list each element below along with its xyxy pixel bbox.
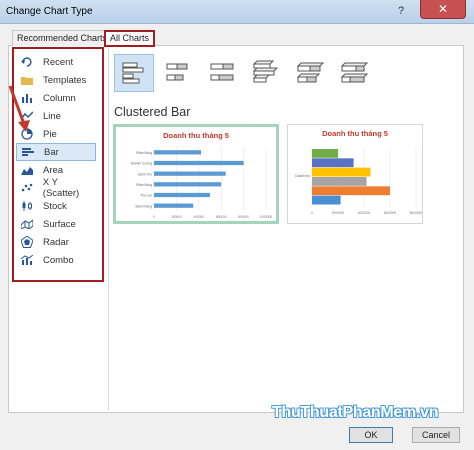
sidebar-item-label: Stock: [43, 200, 67, 212]
category-label: Vitamin Cường: [130, 162, 152, 166]
category-label: Doanh thu: [295, 174, 310, 178]
sidebar-item-combo[interactable]: Combo: [16, 251, 96, 269]
sidebar-item-radar[interactable]: Radar: [16, 233, 96, 251]
sidebar-item-label: Bar: [44, 146, 59, 158]
recent-icon: [20, 56, 34, 68]
radar-chart-icon: [20, 236, 34, 248]
sidebar-item-label: Radar: [43, 236, 69, 248]
sidebar-item-label: Pie: [43, 128, 57, 140]
cancel-button[interactable]: Cancel: [412, 427, 460, 443]
subtype-3d-stacked-bar[interactable]: [290, 54, 330, 92]
bar: [312, 177, 367, 186]
sidebar-item-bar[interactable]: Bar: [16, 143, 96, 161]
annotation-arrow-icon: [8, 85, 30, 132]
bar: [312, 167, 371, 177]
x-tick-label: 2000000: [332, 211, 345, 215]
category-label: Phân Bông: [136, 151, 152, 155]
subtype-stacked-bar[interactable]: [158, 54, 198, 92]
category-label: Phân Bông: [136, 183, 152, 187]
x-tick-label: 6000000: [384, 211, 397, 215]
x-tick-label: 1000000: [260, 215, 273, 219]
bar: [312, 186, 390, 196]
bar: [154, 182, 222, 187]
x-tick-label: 600000: [216, 215, 227, 219]
stacked-bar-icon: [166, 63, 188, 81]
bar: [154, 160, 244, 166]
sidebar-item-label: X Y (Scatter): [42, 177, 80, 199]
bar-chart-icon: [21, 146, 35, 158]
preview-2-chart: 0 2000000 4000000 6000000 8000000 Doanh thu: [295, 147, 422, 215]
bar: [154, 192, 210, 198]
sidebar-item-label: Surface: [43, 218, 76, 230]
bar: [154, 203, 194, 208]
chart-preview-1[interactable]: Doanh thu tháng 5 0 200000 400000 600000 800…: [113, 124, 279, 224]
bar: [154, 171, 226, 176]
watermark-logo: ThuThuatPhanMem.vn: [272, 404, 438, 422]
sidebar-item-surface[interactable]: Surface: [16, 215, 96, 233]
3d-stacked-bar-icon: [296, 62, 324, 83]
x-tick-label: 200000: [171, 215, 182, 219]
ok-button[interactable]: OK: [349, 427, 393, 443]
category-label: Thu Lan: [140, 194, 152, 198]
tab-all-charts[interactable]: All Charts: [104, 30, 156, 47]
sidebar-item-stock[interactable]: Stock: [16, 197, 96, 215]
subtype-3d-100-stacked-bar[interactable]: [334, 54, 374, 92]
sidebar-divider: [108, 48, 109, 410]
x-tick-label: 0: [153, 215, 155, 219]
surface-chart-icon: [20, 218, 34, 230]
chart-preview-2[interactable]: Doanh thu tháng 5 0 2000000 4000000 6000000…: [287, 124, 423, 224]
bar: [312, 195, 341, 205]
chart-subtype-heading: Clustered Bar: [114, 105, 191, 119]
subtype-100-stacked-bar[interactable]: [202, 54, 242, 92]
x-tick-label: 4000000: [358, 211, 371, 215]
100-stacked-bar-icon: [210, 63, 234, 81]
window-title: Change Chart Type: [6, 6, 93, 17]
scatter-chart-icon: [20, 182, 34, 194]
sidebar-item-scatter[interactable]: X Y (Scatter): [16, 177, 96, 199]
sidebar-item-label: Line: [43, 110, 61, 122]
area-chart-icon: [20, 164, 34, 176]
preview-1-chart: 0 200000 400000 600000 800000 1000000 Phân Bôn…: [130, 147, 273, 219]
watermark-suffix: .vn: [415, 404, 439, 421]
clustered-bar-icon: [122, 62, 144, 84]
x-tick-label: 0: [311, 211, 313, 215]
sidebar-item-recent[interactable]: Recent: [16, 53, 96, 71]
stock-chart-icon: [20, 200, 34, 212]
category-label: Danh Thu: [138, 172, 152, 176]
close-button[interactable]: ✕: [420, 0, 466, 19]
title-bar: Change Chart Type ? ✕: [0, 0, 474, 24]
help-button[interactable]: ?: [398, 5, 404, 17]
bar: [312, 158, 354, 168]
tab-recommended-charts[interactable]: Recommended Charts: [12, 30, 113, 46]
category-label: Mạnh Hùng: [136, 204, 153, 208]
bar: [154, 150, 202, 155]
3d-clustered-bar-icon: [252, 60, 279, 83]
combo-chart-icon: [20, 254, 34, 266]
sidebar-item-label: Recent: [43, 56, 74, 68]
sidebar-item-label: Column: [43, 92, 76, 104]
bar: [312, 149, 338, 158]
x-tick-label: 8000000: [410, 211, 422, 215]
x-tick-label: 400000: [193, 215, 204, 219]
sidebar-item-label: Templates: [43, 74, 87, 86]
x-tick-label: 800000: [238, 215, 249, 219]
3d-100-stacked-bar-icon: [340, 62, 368, 83]
sidebar-item-label: Area: [43, 164, 64, 176]
subtype-3d-clustered-bar[interactable]: [246, 54, 286, 92]
sidebar-item-label: Combo: [43, 254, 74, 266]
watermark-text: ThuThuatPhanMem: [272, 404, 416, 421]
subtype-clustered-bar[interactable]: [114, 54, 154, 92]
